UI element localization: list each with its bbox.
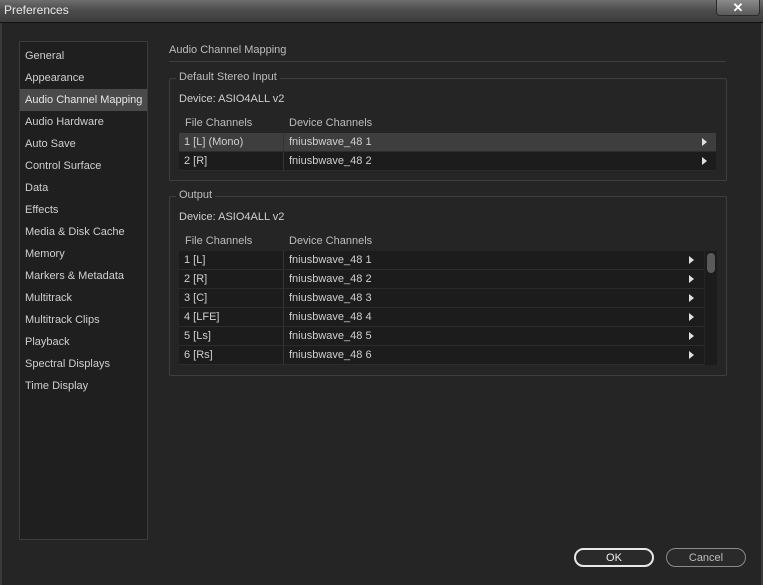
sidebar-item-time-display[interactable]: Time Display bbox=[20, 375, 147, 397]
device-channel-cell: fniusbwave_48 2 bbox=[289, 155, 372, 167]
ok-button[interactable]: OK bbox=[574, 548, 654, 567]
file-channels-header: File Channels bbox=[185, 235, 253, 247]
close-icon: ✕ bbox=[732, 0, 744, 15]
sidebar-item-multitrack[interactable]: Multitrack bbox=[20, 287, 147, 309]
device-channels-header: Device Channels bbox=[289, 235, 373, 247]
device-channel-cell: fniusbwave_48 3 bbox=[289, 292, 372, 304]
scrollbar-thumb[interactable] bbox=[707, 253, 715, 273]
expand-arrow-icon[interactable] bbox=[689, 294, 694, 302]
sidebar-item-data[interactable]: Data bbox=[20, 177, 147, 199]
stereo-input-device: Device: ASIO4ALL v2 bbox=[179, 93, 285, 105]
table-row[interactable]: 4 [LFE] fniusbwave_48 4 bbox=[179, 308, 704, 327]
sidebar-item-effects[interactable]: Effects bbox=[20, 199, 147, 221]
file-channel-cell: 1 [L] bbox=[184, 254, 206, 266]
window-title: Preferences bbox=[4, 3, 69, 17]
title-bar: Preferences ✕ bbox=[0, 0, 763, 23]
table-header: File Channels Device Channels bbox=[179, 232, 704, 251]
section-divider bbox=[169, 61, 726, 62]
stereo-input-group-label: Default Stereo Input bbox=[176, 71, 280, 83]
expand-arrow-icon[interactable] bbox=[689, 332, 694, 340]
table-row[interactable]: 5 [Ls] fniusbwave_48 5 bbox=[179, 327, 704, 346]
output-group-label: Output bbox=[176, 189, 216, 201]
sidebar-item-control-surface[interactable]: Control Surface bbox=[20, 155, 147, 177]
device-channels-header: Device Channels bbox=[289, 117, 373, 129]
output-scrollbar[interactable] bbox=[705, 251, 717, 365]
sidebar-item-multitrack-clips[interactable]: Multitrack Clips bbox=[20, 309, 147, 331]
sidebar-item-markers-metadata[interactable]: Markers & Metadata bbox=[20, 265, 147, 287]
file-channels-header: File Channels bbox=[185, 117, 253, 129]
file-channel-cell: 3 [C] bbox=[184, 292, 208, 304]
stereo-input-table: File Channels Device Channels 1 [L] (Mon… bbox=[179, 114, 716, 171]
close-button[interactable]: ✕ bbox=[716, 0, 760, 16]
expand-arrow-icon[interactable] bbox=[689, 313, 694, 321]
device-channel-cell: fniusbwave_48 6 bbox=[289, 349, 372, 361]
table-row[interactable]: 1 [L] (Mono) fniusbwave_48 1 bbox=[179, 133, 716, 152]
file-channel-cell: 6 [Rs] bbox=[184, 349, 213, 361]
sidebar-item-playback[interactable]: Playback bbox=[20, 331, 147, 353]
cancel-button[interactable]: Cancel bbox=[666, 548, 746, 567]
preferences-sidebar: General Appearance Audio Channel Mapping… bbox=[19, 41, 148, 540]
sidebar-item-media-disk-cache[interactable]: Media & Disk Cache bbox=[20, 221, 147, 243]
expand-arrow-icon[interactable] bbox=[702, 157, 707, 165]
table-row[interactable]: 2 [R] fniusbwave_48 2 bbox=[179, 270, 704, 289]
device-channel-cell: fniusbwave_48 2 bbox=[289, 273, 372, 285]
sidebar-item-audio-channel-mapping[interactable]: Audio Channel Mapping bbox=[20, 89, 147, 111]
output-group: Output Device: ASIO4ALL v2 File Channels… bbox=[169, 189, 727, 376]
output-device: Device: ASIO4ALL v2 bbox=[179, 211, 285, 223]
device-channel-cell: fniusbwave_48 1 bbox=[289, 136, 372, 148]
file-channel-cell: 2 [R] bbox=[184, 273, 208, 285]
file-channel-cell: 2 [R] bbox=[184, 155, 208, 167]
table-header: File Channels Device Channels bbox=[179, 114, 716, 133]
sidebar-item-general[interactable]: General bbox=[20, 45, 147, 67]
file-channel-cell: 5 [Ls] bbox=[184, 330, 211, 342]
file-channel-cell: 4 [LFE] bbox=[184, 311, 220, 323]
sidebar-item-audio-hardware[interactable]: Audio Hardware bbox=[20, 111, 147, 133]
table-row[interactable]: 6 [Rs] fniusbwave_48 6 bbox=[179, 346, 704, 365]
table-row[interactable]: 1 [L] fniusbwave_48 1 bbox=[179, 251, 704, 270]
output-table: File Channels Device Channels 1 [L] fniu… bbox=[179, 232, 704, 365]
expand-arrow-icon[interactable] bbox=[689, 275, 694, 283]
file-channel-cell: 1 [L] (Mono) bbox=[184, 136, 244, 148]
expand-arrow-icon[interactable] bbox=[689, 256, 694, 264]
device-channel-cell: fniusbwave_48 5 bbox=[289, 330, 372, 342]
sidebar-item-auto-save[interactable]: Auto Save bbox=[20, 133, 147, 155]
table-row[interactable]: 2 [R] fniusbwave_48 2 bbox=[179, 152, 716, 171]
sidebar-item-appearance[interactable]: Appearance bbox=[20, 67, 147, 89]
table-row[interactable]: 3 [C] fniusbwave_48 3 bbox=[179, 289, 704, 308]
expand-arrow-icon[interactable] bbox=[702, 138, 707, 146]
sidebar-item-spectral-displays[interactable]: Spectral Displays bbox=[20, 353, 147, 375]
device-channel-cell: fniusbwave_48 4 bbox=[289, 311, 372, 323]
stereo-input-group: Default Stereo Input Device: ASIO4ALL v2… bbox=[169, 71, 727, 181]
section-title: Audio Channel Mapping bbox=[169, 44, 287, 56]
expand-arrow-icon[interactable] bbox=[689, 351, 694, 359]
sidebar-item-memory[interactable]: Memory bbox=[20, 243, 147, 265]
device-channel-cell: fniusbwave_48 1 bbox=[289, 254, 372, 266]
